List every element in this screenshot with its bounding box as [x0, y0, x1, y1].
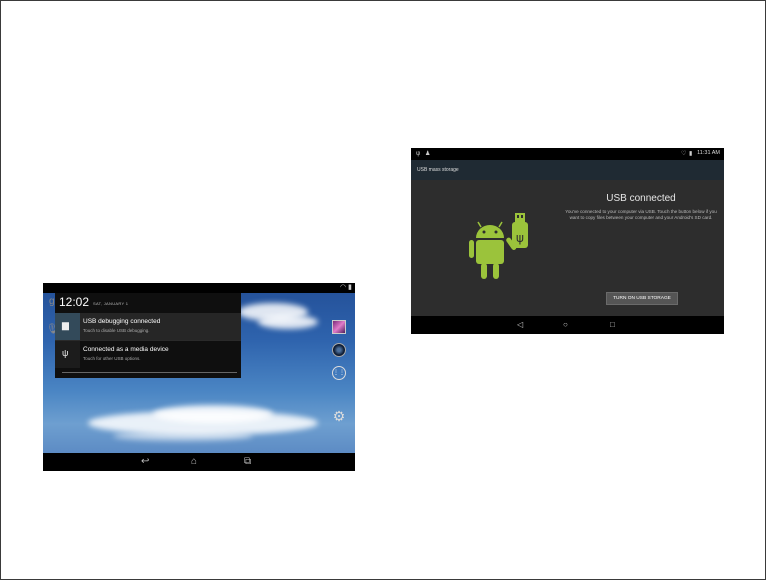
notification-icon-box: ▆ [55, 313, 80, 340]
battery-icon: ▮ [689, 151, 693, 157]
usb-connected-heading: USB connected [606, 193, 676, 204]
notification-subtitle: Touch to disable USB debugging. [83, 328, 150, 333]
navigation-bar: ↩ ⌂ ⧉ [43, 453, 355, 471]
recent-apps-icon[interactable]: □ [610, 319, 615, 331]
wifi-icon: ◠ [340, 284, 347, 291]
notification-media-device[interactable]: ψ Connected as a media device Touch for … [55, 340, 241, 368]
action-bar: USB mass storage [411, 160, 724, 180]
android-debug-icon: ▆ [62, 320, 69, 330]
status-bar: ◠ ▮ [43, 283, 355, 293]
home-icon[interactable]: ⌂ [191, 456, 197, 468]
notification-usb-debugging[interactable]: ▆ USB debugging connected Touch to disab… [55, 313, 241, 340]
notification-subtitle: Touch for other USB options. [83, 356, 141, 361]
svg-text:ψ: ψ [516, 231, 524, 245]
battery-icon: ▮ [348, 284, 352, 291]
clock-time: 12:02 [59, 295, 90, 309]
usb-icon: ψ [62, 348, 69, 358]
notification-shade-screenshot: ◠ ▮ g 12:02 SAT, JANUARY 1 🎙︎ ▆ USB debu… [43, 283, 355, 471]
clock-date: SAT, JANUARY 1 [93, 301, 129, 306]
usb-icon: ψ [416, 151, 421, 157]
usb-connected-description: You've connected to your computer via US… [565, 209, 717, 220]
settings-gear-icon[interactable]: ⚙ [332, 409, 346, 423]
shade-handle[interactable] [62, 372, 237, 373]
app-drawer-icon[interactable]: ⋮⋮ [332, 366, 346, 380]
cloud [113, 431, 253, 441]
android-usb-icon: ψ [469, 213, 528, 279]
notification-title: USB debugging connected [83, 318, 161, 325]
cloud [153, 405, 273, 423]
navigation-bar: ◁ ○ □ [411, 316, 724, 334]
recent-apps-icon[interactable]: ⧉ [244, 456, 251, 468]
google-icon: g [49, 296, 55, 307]
status-time: 11:31 AM [697, 150, 720, 156]
android-debug-icon: ♟ [425, 151, 431, 157]
camera-app-icon[interactable] [332, 343, 346, 357]
gallery-app-icon[interactable] [332, 320, 346, 334]
cloud [258, 315, 318, 329]
home-icon[interactable]: ○ [563, 319, 568, 331]
status-bar: ψ ♟ ♡ ▮ 11:31 AM [411, 148, 724, 160]
back-icon[interactable]: ◁ [517, 319, 523, 331]
notification-icon-box: ψ [55, 341, 80, 368]
wifi-icon: ♡ [681, 151, 687, 157]
notification-title: Connected as a media device [83, 346, 169, 353]
usb-mass-storage-screenshot: ψ ♟ ♡ ▮ 11:31 AM USB mass storage ψ USB … [411, 148, 724, 334]
action-bar-title: USB mass storage [417, 167, 459, 173]
turn-on-usb-storage-button[interactable]: TURN ON USB STORAGE [606, 292, 678, 305]
back-icon[interactable]: ↩ [141, 456, 149, 468]
